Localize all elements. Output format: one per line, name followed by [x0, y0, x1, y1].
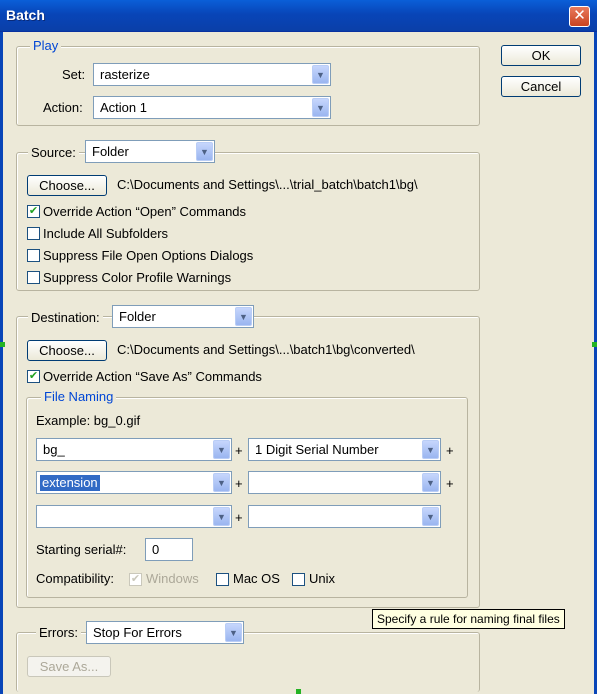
suppress-color-warnings-label: Suppress Color Profile Warnings: [43, 270, 232, 285]
chevron-down-icon: ▼: [235, 307, 252, 326]
include-subfolders-checkbox[interactable]: [27, 227, 40, 240]
compatibility-label: Compatibility:: [36, 571, 115, 586]
chevron-down-icon: ▼: [312, 98, 329, 117]
unix-label: Unix: [309, 571, 336, 586]
close-button[interactable]: ✕: [569, 6, 590, 27]
title-bar: Batch ✕: [0, 0, 597, 32]
file-naming-example: Example: bg_0.gif: [36, 413, 141, 428]
override-save-as-label: Override Action “Save As” Commands: [43, 369, 262, 384]
suppress-open-dialogs-checkbox[interactable]: [27, 249, 40, 262]
destination-path: C:\Documents and Settings\...\batch1\bg\…: [117, 342, 415, 357]
set-value: rasterize: [100, 67, 150, 82]
check-icon: ✔: [130, 573, 141, 585]
override-open-label: Override Action “Open” Commands: [43, 204, 247, 219]
plus-sign: +: [446, 443, 454, 458]
errors-value: Stop For Errors: [93, 625, 182, 640]
resize-grip[interactable]: [296, 689, 301, 694]
naming-field-1-2[interactable]: 1 Digit Serial Number ▼: [248, 438, 441, 461]
errors-select[interactable]: Stop For Errors ▼: [86, 621, 244, 644]
unix-checkbox[interactable]: [292, 573, 305, 586]
naming-field-2-1-value: extension: [40, 475, 100, 491]
naming-field-3-2[interactable]: ▼: [248, 505, 441, 528]
destination-choose-button[interactable]: Choose...: [27, 340, 107, 361]
action-value: Action 1: [100, 100, 147, 115]
macos-label: Mac OS: [233, 571, 280, 586]
chevron-down-icon: ▼: [213, 440, 230, 459]
window-title: Batch: [6, 7, 45, 23]
plus-sign: +: [235, 476, 243, 491]
macos-checkbox[interactable]: [216, 573, 229, 586]
close-icon: ✕: [573, 7, 586, 24]
chevron-down-icon: ▼: [213, 507, 230, 526]
source-select[interactable]: Folder ▼: [85, 140, 215, 163]
resize-grip[interactable]: [0, 342, 5, 347]
plus-sign: +: [235, 443, 243, 458]
destination-select[interactable]: Folder ▼: [112, 305, 254, 328]
destination-value: Folder: [119, 309, 156, 324]
set-label: Set:: [62, 67, 86, 82]
naming-field-3-1[interactable]: ▼: [36, 505, 232, 528]
windows-label: Windows: [146, 571, 199, 586]
source-choose-button[interactable]: Choose...: [27, 175, 107, 196]
resize-grip[interactable]: [592, 342, 597, 347]
chevron-down-icon: ▼: [213, 473, 230, 492]
check-icon: ✔: [28, 370, 39, 382]
chevron-down-icon: ▼: [422, 507, 439, 526]
chevron-down-icon: ▼: [422, 440, 439, 459]
override-open-checkbox[interactable]: ✔: [27, 205, 40, 218]
destination-label: Destination:: [28, 309, 103, 327]
source-value: Folder: [92, 144, 129, 159]
chevron-down-icon: ▼: [196, 142, 213, 161]
action-select[interactable]: Action 1 ▼: [93, 96, 331, 119]
suppress-color-warnings-checkbox[interactable]: [27, 271, 40, 284]
plus-sign: +: [235, 510, 243, 525]
include-subfolders-label: Include All Subfolders: [43, 226, 169, 241]
window-frame-left: [0, 32, 3, 694]
naming-field-1-2-value: 1 Digit Serial Number: [255, 442, 379, 457]
play-legend: Play: [30, 38, 62, 54]
starting-serial-input[interactable]: 0: [145, 538, 193, 561]
naming-tooltip: Specify a rule for naming final files: [372, 609, 565, 629]
suppress-open-dialogs-label: Suppress File Open Options Dialogs: [43, 248, 254, 263]
source-path: C:\Documents and Settings\...\trial_batc…: [117, 177, 418, 192]
naming-field-2-2[interactable]: ▼: [248, 471, 441, 494]
plus-sign: +: [446, 476, 454, 491]
errors-label: Errors:: [36, 624, 81, 642]
naming-field-1-1[interactable]: bg_ ▼: [36, 438, 232, 461]
chevron-down-icon: ▼: [422, 473, 439, 492]
file-naming-legend: File Naming: [41, 389, 117, 405]
source-label: Source:: [28, 144, 79, 162]
chevron-down-icon: ▼: [312, 65, 329, 84]
naming-field-1-1-value: bg_: [43, 442, 65, 457]
cancel-button[interactable]: Cancel: [501, 76, 581, 97]
naming-field-2-1[interactable]: extension ▼: [36, 471, 232, 494]
starting-serial-label: Starting serial#:: [36, 542, 127, 557]
ok-button[interactable]: OK: [501, 45, 581, 66]
check-icon: ✔: [28, 205, 39, 217]
action-label: Action:: [43, 100, 83, 115]
windows-checkbox[interactable]: ✔: [129, 573, 142, 586]
errors-save-as-button[interactable]: Save As...: [27, 656, 111, 677]
chevron-down-icon: ▼: [225, 623, 242, 642]
set-select[interactable]: rasterize ▼: [93, 63, 331, 86]
override-save-as-checkbox[interactable]: ✔: [27, 370, 40, 383]
